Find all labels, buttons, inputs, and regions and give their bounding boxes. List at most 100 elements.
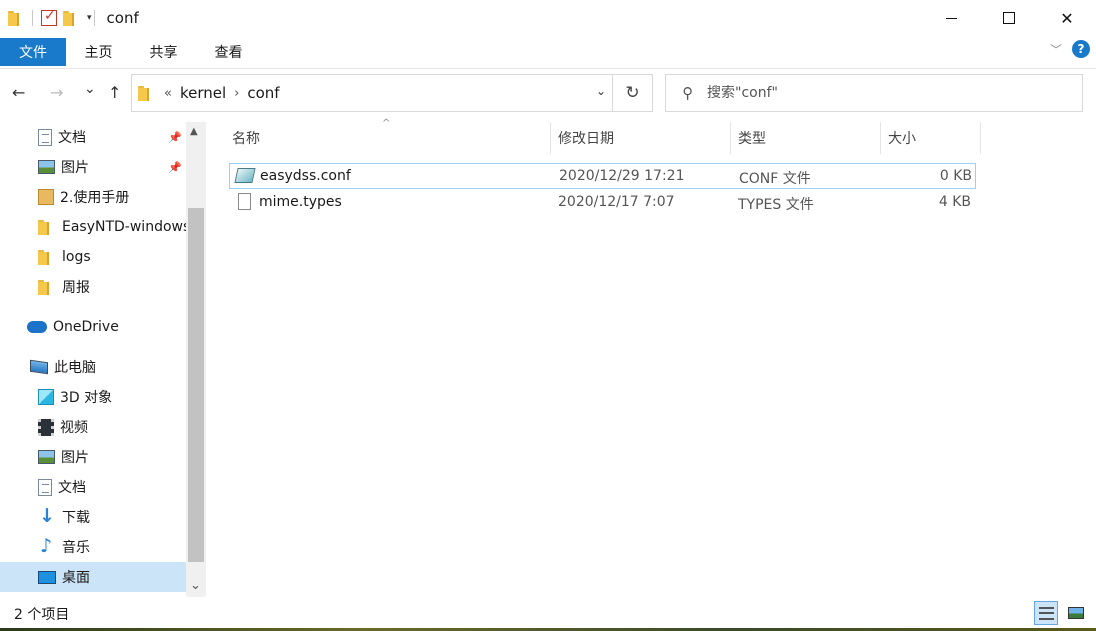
close-button[interactable]: ✕	[1038, 0, 1096, 36]
sidebar-item-desktop[interactable]: 桌面	[0, 562, 186, 592]
search-icon: ⚲	[682, 84, 693, 102]
search-box[interactable]: ⚲	[665, 74, 1083, 112]
tab-home[interactable]: 主页	[66, 38, 131, 66]
help-icon[interactable]: ?	[1072, 40, 1090, 58]
ribbon-tabs: 文件 主页 共享 查看 ﹀ ?	[0, 36, 1096, 68]
details-view-button[interactable]	[1034, 601, 1058, 625]
document-icon	[38, 478, 52, 496]
column-header-modified[interactable]: 修改日期	[551, 122, 731, 154]
folder-icon[interactable]	[8, 10, 24, 26]
sidebar-item-label: 视频	[60, 420, 88, 436]
refresh-button[interactable]: ↻	[612, 75, 652, 111]
column-header-type[interactable]: 类型	[731, 122, 881, 154]
sidebar-item-pictures-pc[interactable]: 图片	[0, 442, 186, 472]
new-folder-icon[interactable]	[63, 10, 79, 26]
address-bar[interactable]: « kernel › conf ⌄ ↻	[131, 74, 653, 112]
file-row-easydss[interactable]: easydss.conf 2020/12/29 17:21 CONF 文件 0 …	[229, 163, 976, 189]
column-header-size[interactable]: 大小	[881, 122, 981, 154]
large-icons-view-icon	[1068, 607, 1084, 619]
desktop-icon	[38, 570, 56, 584]
sidebar-item-music[interactable]: 音乐	[0, 532, 186, 562]
tab-share[interactable]: 共享	[131, 38, 196, 66]
sidebar-item-3d-objects[interactable]: 3D 对象	[0, 382, 186, 412]
sidebar-item-logs[interactable]: logs	[0, 242, 186, 272]
search-input[interactable]	[707, 85, 1037, 101]
file-type: TYPES 文件	[738, 197, 814, 213]
sidebar-item-videos[interactable]: 视频	[0, 412, 186, 442]
recent-locations-button[interactable]: ⌄	[84, 81, 96, 97]
sidebar-item-label: 桌面	[62, 570, 90, 586]
sidebar-item-this-pc[interactable]: 此电脑	[0, 352, 186, 382]
file-list: ^ 名称 修改日期 类型 大小 easydss.conf 2020/12/29 …	[206, 118, 1096, 597]
ribbon-controls: ﹀ ?	[1050, 40, 1090, 58]
sidebar-item-label: 音乐	[62, 540, 90, 556]
sidebar-item-label: 下载	[62, 510, 90, 526]
expand-ribbon-icon[interactable]: ﹀	[1050, 41, 1062, 58]
scrollbar-thumb[interactable]	[188, 208, 204, 562]
window-controls: ✕	[922, 0, 1096, 36]
properties-icon[interactable]	[41, 8, 57, 26]
up-button[interactable]: ↑	[108, 83, 121, 102]
file-icon	[238, 193, 251, 210]
sidebar-item-downloads[interactable]: 下载	[0, 502, 186, 532]
status-bar: 2 个项目	[0, 597, 1096, 631]
breadcrumb-overflow[interactable]: «	[164, 86, 172, 101]
forward-button[interactable]: →	[50, 83, 63, 102]
back-button[interactable]: ←	[12, 83, 25, 102]
folder-icon	[38, 219, 56, 235]
address-dropdown-icon[interactable]: ⌄	[596, 84, 606, 98]
quick-access-toolbar: ▾ conf	[0, 0, 139, 36]
sidebar-item-label: 3D 对象	[60, 390, 113, 406]
scroll-up-icon[interactable]: ▲	[190, 126, 198, 137]
book-icon	[38, 189, 54, 205]
navigation-bar: ← → ⌄ ↑ « kernel › conf ⌄ ↻ ⚲	[0, 68, 1096, 118]
picture-icon	[38, 160, 55, 174]
sidebar-item-label: 图片	[61, 160, 89, 176]
minimize-icon	[945, 17, 957, 19]
column-header-name[interactable]: 名称	[225, 122, 551, 154]
sidebar-item-easyntd[interactable]: EasyNTD-windows	[0, 212, 186, 242]
sidebar-item-label: 周报	[62, 280, 90, 296]
sidebar-item-label: 2.使用手册	[60, 190, 130, 206]
minimize-button[interactable]	[922, 0, 980, 36]
music-icon	[38, 535, 56, 557]
sidebar-item-label: 此电脑	[54, 360, 96, 376]
file-name: mime.types	[259, 194, 342, 210]
pin-icon: 📌	[168, 130, 182, 144]
sidebar-item-label: 文档	[58, 480, 86, 496]
window-title: conf	[106, 9, 139, 27]
file-size: 4 KB	[938, 194, 971, 210]
file-modified: 2020/12/17 7:07	[558, 194, 675, 210]
file-modified: 2020/12/29 17:21	[559, 168, 685, 184]
sidebar-scrollbar[interactable]: ▲ ⌄	[186, 122, 206, 597]
maximize-icon	[1003, 12, 1015, 24]
pin-icon: 📌	[168, 160, 182, 174]
document-icon	[38, 128, 52, 146]
video-icon	[38, 418, 54, 436]
config-file-icon	[234, 168, 256, 183]
folder-icon	[138, 85, 152, 101]
computer-icon	[30, 359, 48, 375]
download-icon	[38, 505, 56, 527]
breadcrumb-separator[interactable]: ›	[234, 86, 239, 101]
tab-file[interactable]: 文件	[0, 38, 66, 66]
scroll-down-icon[interactable]: ⌄	[190, 578, 201, 593]
view-switcher	[1034, 601, 1088, 625]
large-icons-view-button[interactable]	[1064, 601, 1088, 625]
folder-icon	[38, 249, 56, 265]
breadcrumb-kernel[interactable]: kernel	[180, 84, 226, 102]
sidebar-item-weekly[interactable]: 周报	[0, 272, 186, 302]
sidebar-item-manual[interactable]: 2.使用手册	[0, 182, 186, 212]
tab-view[interactable]: 查看	[196, 38, 261, 66]
sidebar-item-documents[interactable]: 文档 📌	[0, 122, 186, 152]
file-size: 0 KB	[939, 168, 972, 184]
breadcrumb-conf[interactable]: conf	[247, 84, 279, 102]
customize-toolbar-icon[interactable]: ▾	[87, 13, 92, 23]
maximize-button[interactable]	[980, 0, 1038, 36]
cloud-icon	[27, 321, 47, 333]
file-row-mime[interactable]: mime.types 2020/12/17 7:07 TYPES 文件 4 KB	[229, 190, 976, 216]
sidebar-item-documents-pc[interactable]: 文档	[0, 472, 186, 502]
sidebar-item-label: EasyNTD-windows	[62, 219, 186, 235]
sidebar-item-pictures[interactable]: 图片 📌	[0, 152, 186, 182]
sidebar-item-onedrive[interactable]: OneDrive	[0, 312, 186, 342]
